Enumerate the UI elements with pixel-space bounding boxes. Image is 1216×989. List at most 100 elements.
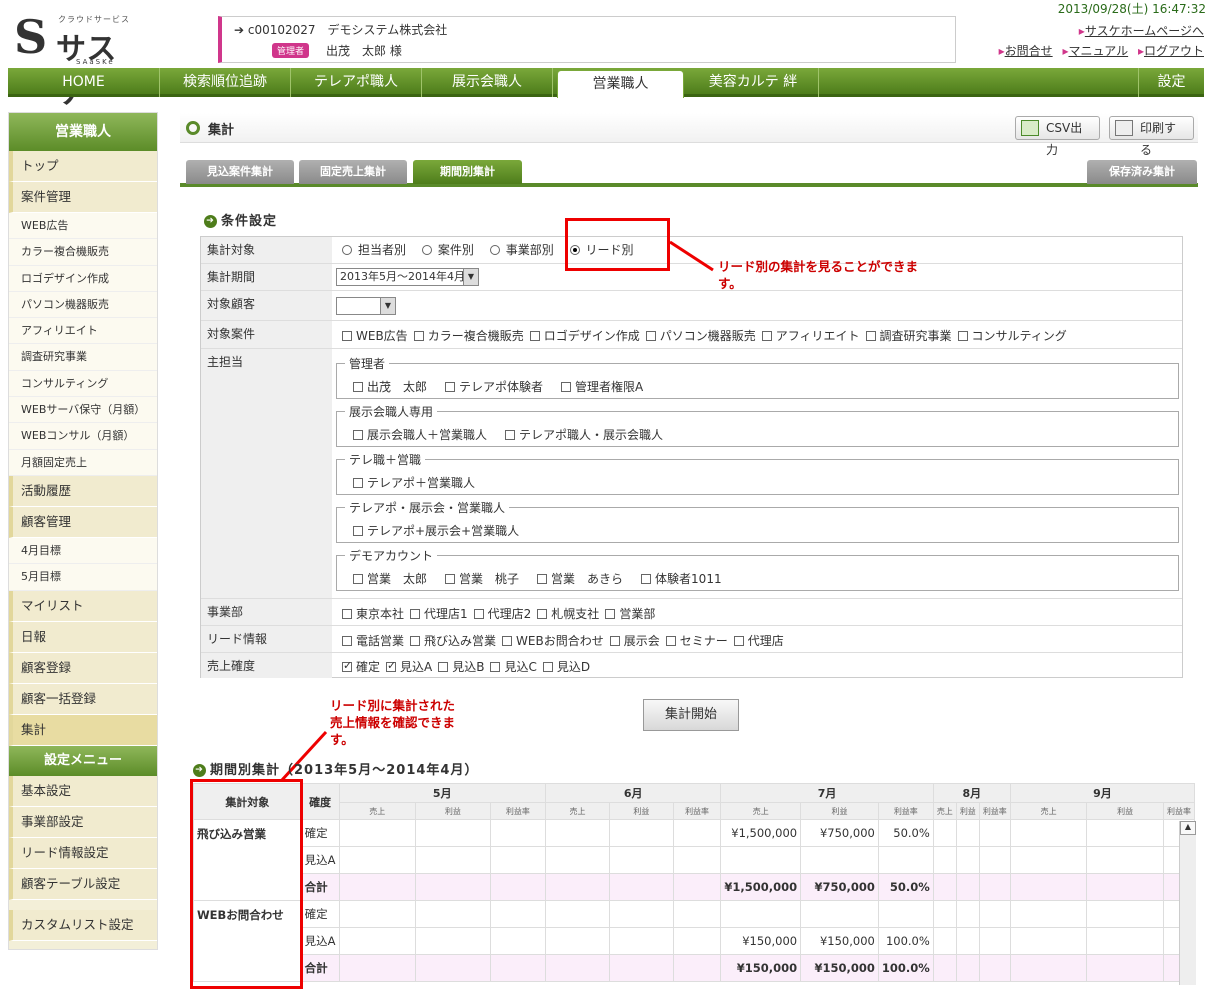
cond.certs-checkbox-2[interactable] bbox=[438, 662, 449, 672]
cond.cases-checkbox-0[interactable] bbox=[342, 331, 352, 341]
homepage-link[interactable]: サスケホームページへ bbox=[1085, 24, 1204, 38]
cond.depts-checkbox-0[interactable] bbox=[342, 609, 352, 619]
tab-period[interactable]: 期間別集計 bbox=[413, 160, 522, 184]
value-cell bbox=[338, 873, 417, 901]
settings-item[interactable]: 事業部設定 bbox=[9, 806, 157, 838]
cond.depts-checkbox-1[interactable] bbox=[410, 609, 421, 619]
cond.cases-checkbox-1[interactable] bbox=[413, 331, 424, 341]
sidebar-item[interactable]: トップ bbox=[9, 151, 157, 182]
start-button[interactable]: 集計開始 bbox=[643, 699, 739, 731]
cond.certs-checkbox-0[interactable] bbox=[342, 659, 352, 672]
table-row: 飛び込み営業 確定 ¥1,500,000 ¥750,000 50.0% bbox=[193, 819, 1195, 901]
sub-header: 利益率 bbox=[672, 802, 722, 820]
tab-saved[interactable]: 保存済み集計 bbox=[1087, 160, 1197, 184]
sidebar-item[interactable]: 活動履歴 bbox=[9, 475, 157, 507]
sidebar-item[interactable]: 月額固定売上 bbox=[9, 449, 157, 476]
tab-forecast[interactable]: 見込案件集計 bbox=[186, 160, 294, 184]
print-label: 印刷する bbox=[1140, 121, 1177, 157]
sidebar-item[interactable]: 案件管理 bbox=[9, 182, 157, 213]
cond.depts-checkbox-4[interactable] bbox=[605, 609, 616, 619]
cond.certs-checkbox-4[interactable] bbox=[542, 662, 553, 672]
staff-checkbox[interactable] bbox=[353, 382, 363, 392]
radio-dept[interactable] bbox=[489, 245, 500, 255]
cond.leads-checkbox-3[interactable] bbox=[609, 636, 620, 646]
nav-beauty[interactable]: 美容カルテ 絆 bbox=[688, 68, 819, 97]
print-button[interactable]: 印刷する bbox=[1109, 116, 1194, 157]
radio-staff[interactable] bbox=[342, 245, 352, 255]
settings-item[interactable]: リード情報設定 bbox=[9, 837, 157, 869]
manual-link[interactable]: マニュアル bbox=[1068, 44, 1128, 58]
cond.cases-checkbox-4[interactable] bbox=[761, 331, 772, 341]
cond.depts-checkbox-3[interactable] bbox=[537, 609, 548, 619]
csv-button[interactable]: CSV出力 bbox=[1015, 116, 1100, 157]
radio-case[interactable] bbox=[421, 245, 432, 255]
sidebar-item[interactable]: 集計 bbox=[9, 714, 157, 746]
sidebar-item[interactable]: WEB広告 bbox=[9, 213, 157, 240]
value-cell bbox=[720, 846, 802, 874]
sidebar-item[interactable]: 調査研究事業 bbox=[9, 344, 157, 371]
sidebar-item[interactable]: 日報 bbox=[9, 621, 157, 653]
staff-checkbox[interactable] bbox=[445, 574, 456, 584]
settings-item[interactable]: カスタムリスト設定 bbox=[9, 909, 157, 941]
sidebar-item[interactable]: 顧客管理 bbox=[9, 506, 157, 538]
sidebar-item[interactable]: 5月目標 bbox=[9, 564, 157, 591]
sub-header: 売上 bbox=[1009, 802, 1088, 820]
staff-checkbox[interactable] bbox=[353, 478, 363, 488]
sidebar-item[interactable]: コンサルティング bbox=[9, 370, 157, 398]
table-scrollbar[interactable]: ▲ bbox=[1179, 821, 1196, 985]
cond.leads-checkbox-0[interactable] bbox=[342, 636, 352, 646]
sidebar-item[interactable]: マイリスト bbox=[9, 590, 157, 622]
nav-sales[interactable]: 営業職人 bbox=[557, 70, 684, 98]
sidebar-item[interactable]: 顧客一括登録 bbox=[9, 683, 157, 715]
cond.leads-checkbox-5[interactable] bbox=[733, 636, 744, 646]
sidebar-item[interactable]: WEBコンサル（月額） bbox=[9, 423, 157, 450]
staff-checkbox[interactable] bbox=[353, 430, 363, 440]
cond.cases-checkbox-2[interactable] bbox=[529, 331, 540, 341]
sidebar-item[interactable]: アフィリエイト bbox=[9, 318, 157, 345]
contact-link[interactable]: お問合せ bbox=[1005, 44, 1053, 58]
staff-checkbox[interactable] bbox=[641, 574, 652, 584]
nav-settings[interactable]: 設定 bbox=[1138, 68, 1204, 97]
nav-teleapo[interactable]: テレアポ職人 bbox=[291, 68, 422, 97]
logo[interactable]: S クラウドサービス サスケ SAaSKe bbox=[14, 12, 144, 111]
cond.leads-checkbox-1[interactable] bbox=[410, 636, 421, 646]
staff-checkbox[interactable] bbox=[353, 526, 363, 536]
value-cell bbox=[932, 900, 957, 928]
tab-fixed[interactable]: 固定売上集計 bbox=[299, 160, 407, 184]
sidebar-item[interactable]: 顧客登録 bbox=[9, 652, 157, 684]
customer-select[interactable] bbox=[336, 297, 396, 315]
nav-rank-tracking[interactable]: 検索順位追跡 bbox=[160, 68, 291, 97]
scroll-up-icon[interactable]: ▲ bbox=[1180, 821, 1196, 835]
staff-checkbox[interactable] bbox=[561, 382, 572, 392]
sidebar-item[interactable]: 4月目標 bbox=[9, 537, 157, 565]
value-cell: 50.0% bbox=[877, 873, 934, 901]
value-cell bbox=[932, 846, 957, 874]
cond.cases-checkbox-6[interactable] bbox=[957, 331, 968, 341]
cond.certs-checkbox-3[interactable] bbox=[490, 662, 501, 672]
settings-item[interactable]: 基本設定 bbox=[9, 775, 157, 807]
top-links: ▸お問合せ ▸マニュアル ▸ログアウト bbox=[998, 44, 1204, 58]
settings-item[interactable]: 顧客テーブル設定 bbox=[9, 868, 157, 900]
logo-en: SAaSKe bbox=[76, 58, 115, 66]
sidebar-item[interactable]: WEBサーバ保守（月額） bbox=[9, 397, 157, 424]
nav-exhibition[interactable]: 展示会職人 bbox=[422, 68, 553, 97]
cond.cases-checkbox-3[interactable] bbox=[645, 331, 656, 341]
cond.leads-checkbox-4[interactable] bbox=[665, 636, 676, 646]
cond.leads-checkbox-2[interactable] bbox=[502, 636, 513, 646]
cond.certs-checkbox-1[interactable] bbox=[386, 659, 396, 672]
staff-name: テレアポ＋営業職人 bbox=[367, 476, 476, 490]
logout-link[interactable]: ログアウト bbox=[1144, 44, 1204, 58]
value-cell bbox=[1009, 927, 1088, 955]
cond.cases-checkbox-5[interactable] bbox=[865, 331, 876, 341]
sidebar-item[interactable]: カラー複合機販売 bbox=[9, 239, 157, 266]
period-select[interactable]: 2013年5月～2014年4月 bbox=[336, 268, 479, 286]
nav-home[interactable]: HOME bbox=[8, 68, 160, 97]
staff-checkbox[interactable] bbox=[505, 430, 516, 440]
sidebar-item[interactable]: パソコン機器販売 bbox=[9, 291, 157, 319]
staff-checkbox[interactable] bbox=[353, 574, 363, 584]
staff-checkbox[interactable] bbox=[537, 574, 548, 584]
staff-checkbox[interactable] bbox=[445, 382, 456, 392]
sidebar-title: 営業職人 bbox=[9, 113, 157, 151]
cond.depts-checkbox-2[interactable] bbox=[473, 609, 484, 619]
sidebar-item[interactable]: ロゴデザイン作成 bbox=[9, 265, 157, 292]
